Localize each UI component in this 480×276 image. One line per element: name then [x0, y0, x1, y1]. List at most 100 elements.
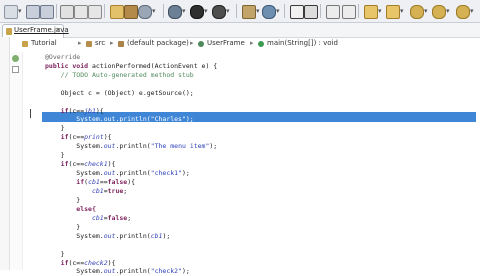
- toolbar-separator: [163, 4, 164, 18]
- chevron-down-icon[interactable]: ▾: [446, 7, 450, 15]
- code-token: out: [103, 232, 116, 240]
- editor-tab-strip: UserFrame.java ×: [0, 23, 480, 38]
- editor-left-margin: [0, 37, 10, 270]
- breadcrumb-separator: ▸: [110, 39, 114, 47]
- print-icon[interactable]: [60, 5, 74, 19]
- external-tools-icon[interactable]: [212, 5, 226, 19]
- breadcrumb-src[interactable]: src: [95, 39, 105, 47]
- toolbar-separator: [104, 4, 105, 18]
- breadcrumb-project[interactable]: Tutorial: [31, 39, 57, 47]
- code-token: if: [45, 133, 69, 141]
- next-annotation-icon[interactable]: [364, 5, 378, 19]
- run-icon[interactable]: [190, 5, 204, 19]
- code-token: .println(: [115, 142, 151, 150]
- code-token: if: [45, 178, 85, 186]
- forward-icon[interactable]: [432, 5, 446, 19]
- toggle-mark-icon[interactable]: [304, 5, 318, 19]
- new-icon[interactable]: [4, 5, 18, 19]
- code-token: cb1: [150, 232, 163, 240]
- code-token: public void: [45, 62, 89, 70]
- breadcrumb-method[interactable]: main(String[]) : void: [267, 39, 338, 47]
- toolbar-separator: [358, 4, 359, 18]
- collapse-icon[interactable]: [12, 66, 19, 73]
- toolbar-separator: [236, 4, 237, 18]
- breadcrumb-separator: ▸: [78, 39, 82, 47]
- code-line: System.out.println(cb1);: [45, 231, 170, 241]
- code-token: ;: [127, 214, 132, 222]
- override-marker-icon: [12, 55, 19, 62]
- project-icon: [22, 41, 28, 47]
- wrench-icon[interactable]: [138, 5, 152, 19]
- code-token: if: [45, 160, 69, 168]
- new-java-project-icon[interactable]: [242, 5, 256, 19]
- method-icon: [258, 41, 264, 47]
- code-token: System.: [45, 267, 104, 275]
- code-token: false: [107, 178, 128, 186]
- prev-annotation-icon[interactable]: [386, 5, 400, 19]
- code-line: System.out.println("The menu item");: [45, 141, 217, 151]
- class-icon: [198, 41, 204, 47]
- debug-icon[interactable]: [168, 5, 182, 19]
- editor-ruler: [10, 52, 23, 270]
- code-token: ){: [107, 160, 116, 168]
- editor-tab[interactable]: UserFrame.java ×: [2, 24, 69, 38]
- chevron-down-icon[interactable]: ▾: [400, 7, 404, 15]
- breadcrumb-package[interactable]: (default package): [127, 39, 189, 47]
- chevron-down-icon[interactable]: ▾: [470, 7, 474, 15]
- save-all-icon[interactable]: [40, 5, 54, 19]
- breadcrumb-separator: ▸: [250, 39, 254, 47]
- chevron-down-icon[interactable]: ▾: [182, 7, 186, 15]
- code-token: cb1: [45, 214, 104, 222]
- back-icon[interactable]: [410, 5, 424, 19]
- code-token: );: [209, 142, 218, 150]
- code-line: System.out.println("check2");: [45, 266, 190, 276]
- code-token: out: [103, 267, 116, 275]
- chevron-down-icon[interactable]: ▾: [256, 7, 260, 15]
- source-folder-icon: [86, 41, 92, 47]
- cut-icon[interactable]: [88, 5, 102, 19]
- chevron-down-icon[interactable]: ▾: [424, 7, 428, 15]
- save-icon[interactable]: [26, 5, 40, 19]
- code-token: .println(: [115, 232, 151, 240]
- package-icon[interactable]: [124, 5, 138, 19]
- java-file-icon: [6, 28, 12, 35]
- code-token: check1: [84, 160, 108, 168]
- toolbar-separator: [56, 4, 57, 18]
- breadcrumb-class[interactable]: UserFrame: [207, 39, 245, 47]
- chevron-down-icon[interactable]: ▾: [276, 7, 280, 15]
- code-token: ){: [103, 133, 112, 141]
- code-token: "The menu item": [150, 142, 210, 150]
- chevron-down-icon[interactable]: ▾: [152, 7, 156, 15]
- breadcrumb-separator: ▸: [190, 39, 194, 47]
- toolbar-separator: [284, 4, 285, 18]
- code-token: (c==: [68, 133, 85, 141]
- show-whitespace-icon[interactable]: [326, 5, 340, 19]
- main-toolbar: ▾ ▾ ▾ ▾ ▾ ▾ ▾ ▾ ▾ ▾ ▾ ▾: [0, 0, 480, 23]
- code-token: false: [107, 214, 128, 222]
- code-token: print: [84, 133, 104, 141]
- code-token: );: [182, 169, 190, 177]
- code-token: cb1: [88, 178, 100, 186]
- code-token: ==: [99, 178, 108, 186]
- chevron-down-icon[interactable]: ▾: [18, 7, 22, 15]
- chevron-down-icon[interactable]: ▾: [204, 7, 208, 15]
- code-token: System.: [45, 169, 104, 177]
- code-token: cb1: [45, 187, 104, 195]
- code-token: ){: [127, 178, 136, 186]
- code-token: );: [182, 267, 190, 275]
- code-line: System.out.println("Charles");: [45, 115, 194, 123]
- last-edit-icon[interactable]: [456, 5, 470, 19]
- close-icon[interactable]: ×: [55, 26, 61, 34]
- code-token: true: [107, 187, 124, 195]
- new-class-icon[interactable]: [262, 5, 276, 19]
- chevron-down-icon[interactable]: ▾: [378, 7, 382, 15]
- code-token: );: [162, 232, 171, 240]
- block-selection-icon[interactable]: [342, 5, 356, 19]
- code-token: .println(: [115, 169, 151, 177]
- folder-icon[interactable]: [110, 5, 124, 19]
- open-type-icon[interactable]: [290, 5, 304, 19]
- chevron-down-icon[interactable]: ▾: [226, 7, 230, 15]
- code-token: "check1": [150, 169, 182, 177]
- copy-icon[interactable]: [74, 5, 88, 19]
- code-token: System.: [45, 232, 104, 240]
